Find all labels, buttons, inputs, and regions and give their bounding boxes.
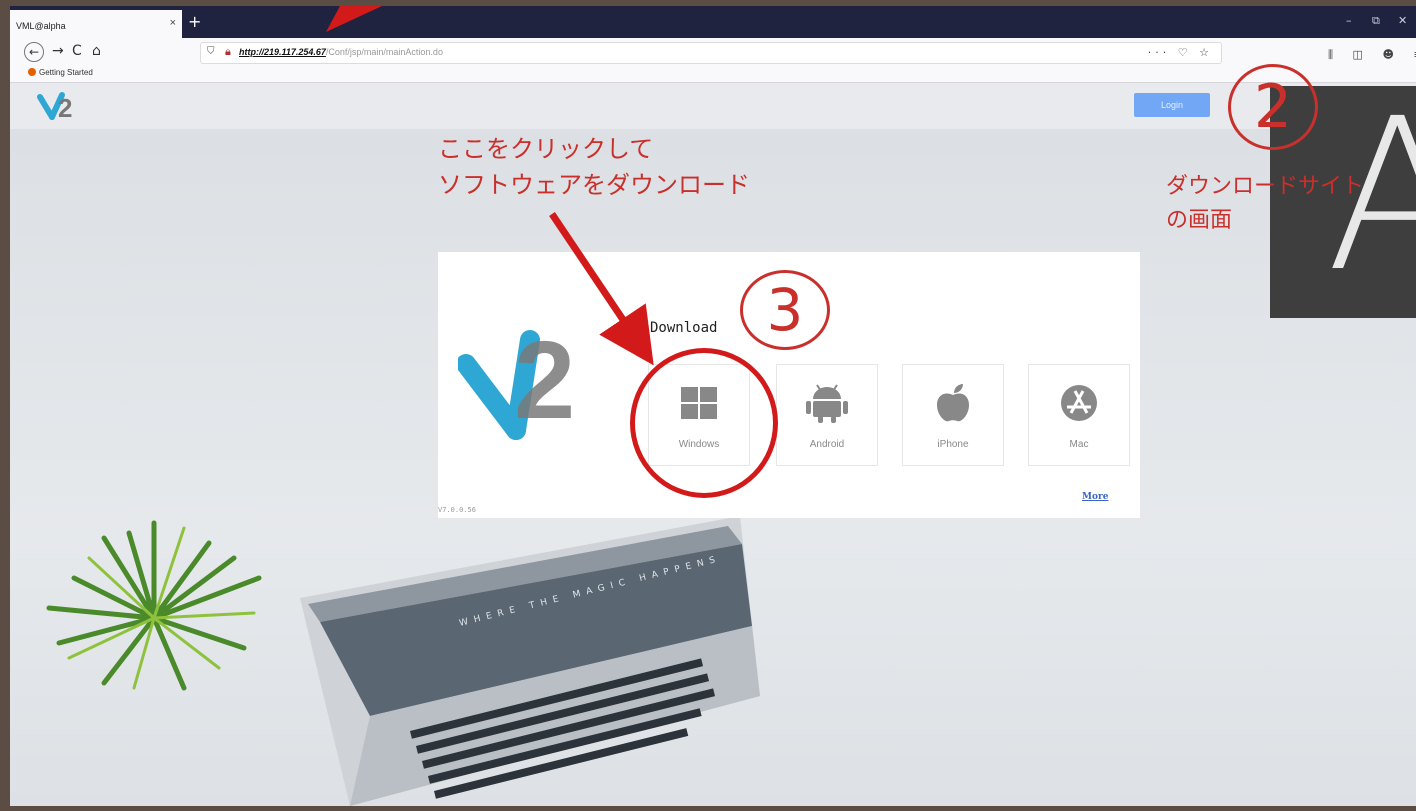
arrow-to-url xyxy=(326,6,382,32)
annotation-arrows xyxy=(326,6,654,366)
browser-window: VML@alpha × + – ⧉ ✕ ← → C ⌂ ⛉ 🔒︎ http://… xyxy=(10,6,1416,806)
arrow-to-windows xyxy=(549,212,654,366)
